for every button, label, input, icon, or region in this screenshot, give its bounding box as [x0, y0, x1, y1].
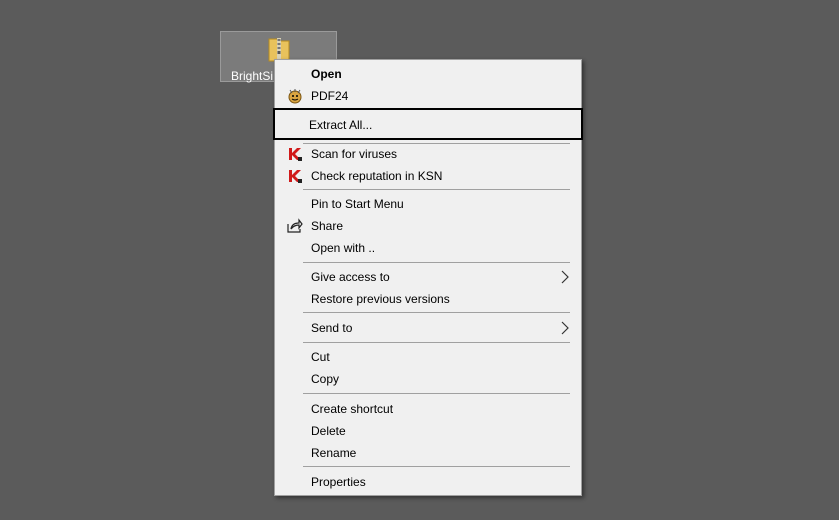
chevron-right-icon [561, 270, 569, 284]
menu-item-delete[interactable]: Delete [277, 420, 579, 442]
menu-item-label: Scan for viruses [311, 147, 398, 161]
menu-item-send-to[interactable]: Send to [277, 317, 579, 339]
menu-item-rename[interactable]: Rename [277, 442, 579, 464]
menu-item-label: Send to [311, 321, 353, 335]
menu-item-copy[interactable]: Copy [277, 368, 579, 390]
menu-item-label: Create shortcut [311, 402, 394, 416]
menu-item-label: Copy [311, 372, 340, 386]
menu-item-label: Share [311, 219, 344, 233]
menu-item-label: Delete [311, 424, 346, 438]
menu-item-pdf24[interactable]: PDF24 [277, 85, 579, 107]
menu-item-label: Restore previous versions [311, 292, 450, 306]
menu-item-label: Check reputation in KSN [311, 169, 443, 183]
menu-item-properties[interactable]: Properties [277, 471, 579, 493]
context-menu: Open PDF24 Extract All... Scan for virus… [273, 59, 583, 496]
menu-separator [303, 189, 570, 190]
menu-item-label: PDF24 [311, 89, 349, 103]
menu-item-label: Open [311, 67, 342, 81]
pdf24-icon [288, 89, 302, 104]
menu-separator [303, 262, 570, 263]
menu-item-label: Rename [311, 446, 357, 460]
kaspersky-icon [289, 170, 302, 183]
menu-item-restore-versions[interactable]: Restore previous versions [277, 288, 579, 310]
menu-item-open-with[interactable]: Open with .. [277, 237, 579, 259]
menu-item-label: Give access to [311, 270, 390, 284]
menu-separator [303, 312, 570, 313]
menu-separator [303, 466, 570, 467]
menu-item-label: Cut [311, 350, 330, 364]
menu-item-give-access[interactable]: Give access to [277, 266, 579, 288]
menu-item-label: Extract All... [309, 118, 373, 132]
menu-separator [303, 393, 570, 394]
menu-item-label: Properties [311, 475, 366, 489]
menu-item-label: Pin to Start Menu [311, 197, 404, 211]
menu-item-extract-all[interactable]: Extract All... [273, 108, 583, 140]
menu-item-open[interactable]: Open [277, 63, 579, 85]
kaspersky-icon [289, 148, 302, 161]
menu-separator [303, 342, 570, 343]
share-icon [287, 218, 303, 233]
menu-item-create-shortcut[interactable]: Create shortcut [277, 398, 579, 420]
menu-item-scan-viruses[interactable]: Scan for viruses [277, 143, 579, 165]
menu-item-label: Open with .. [311, 241, 376, 255]
chevron-right-icon [561, 321, 569, 335]
menu-item-share[interactable]: Share [277, 215, 579, 237]
menu-item-pin-start[interactable]: Pin to Start Menu [277, 193, 579, 215]
menu-item-check-reputation[interactable]: Check reputation in KSN [277, 165, 579, 187]
menu-item-cut[interactable]: Cut [277, 346, 579, 368]
